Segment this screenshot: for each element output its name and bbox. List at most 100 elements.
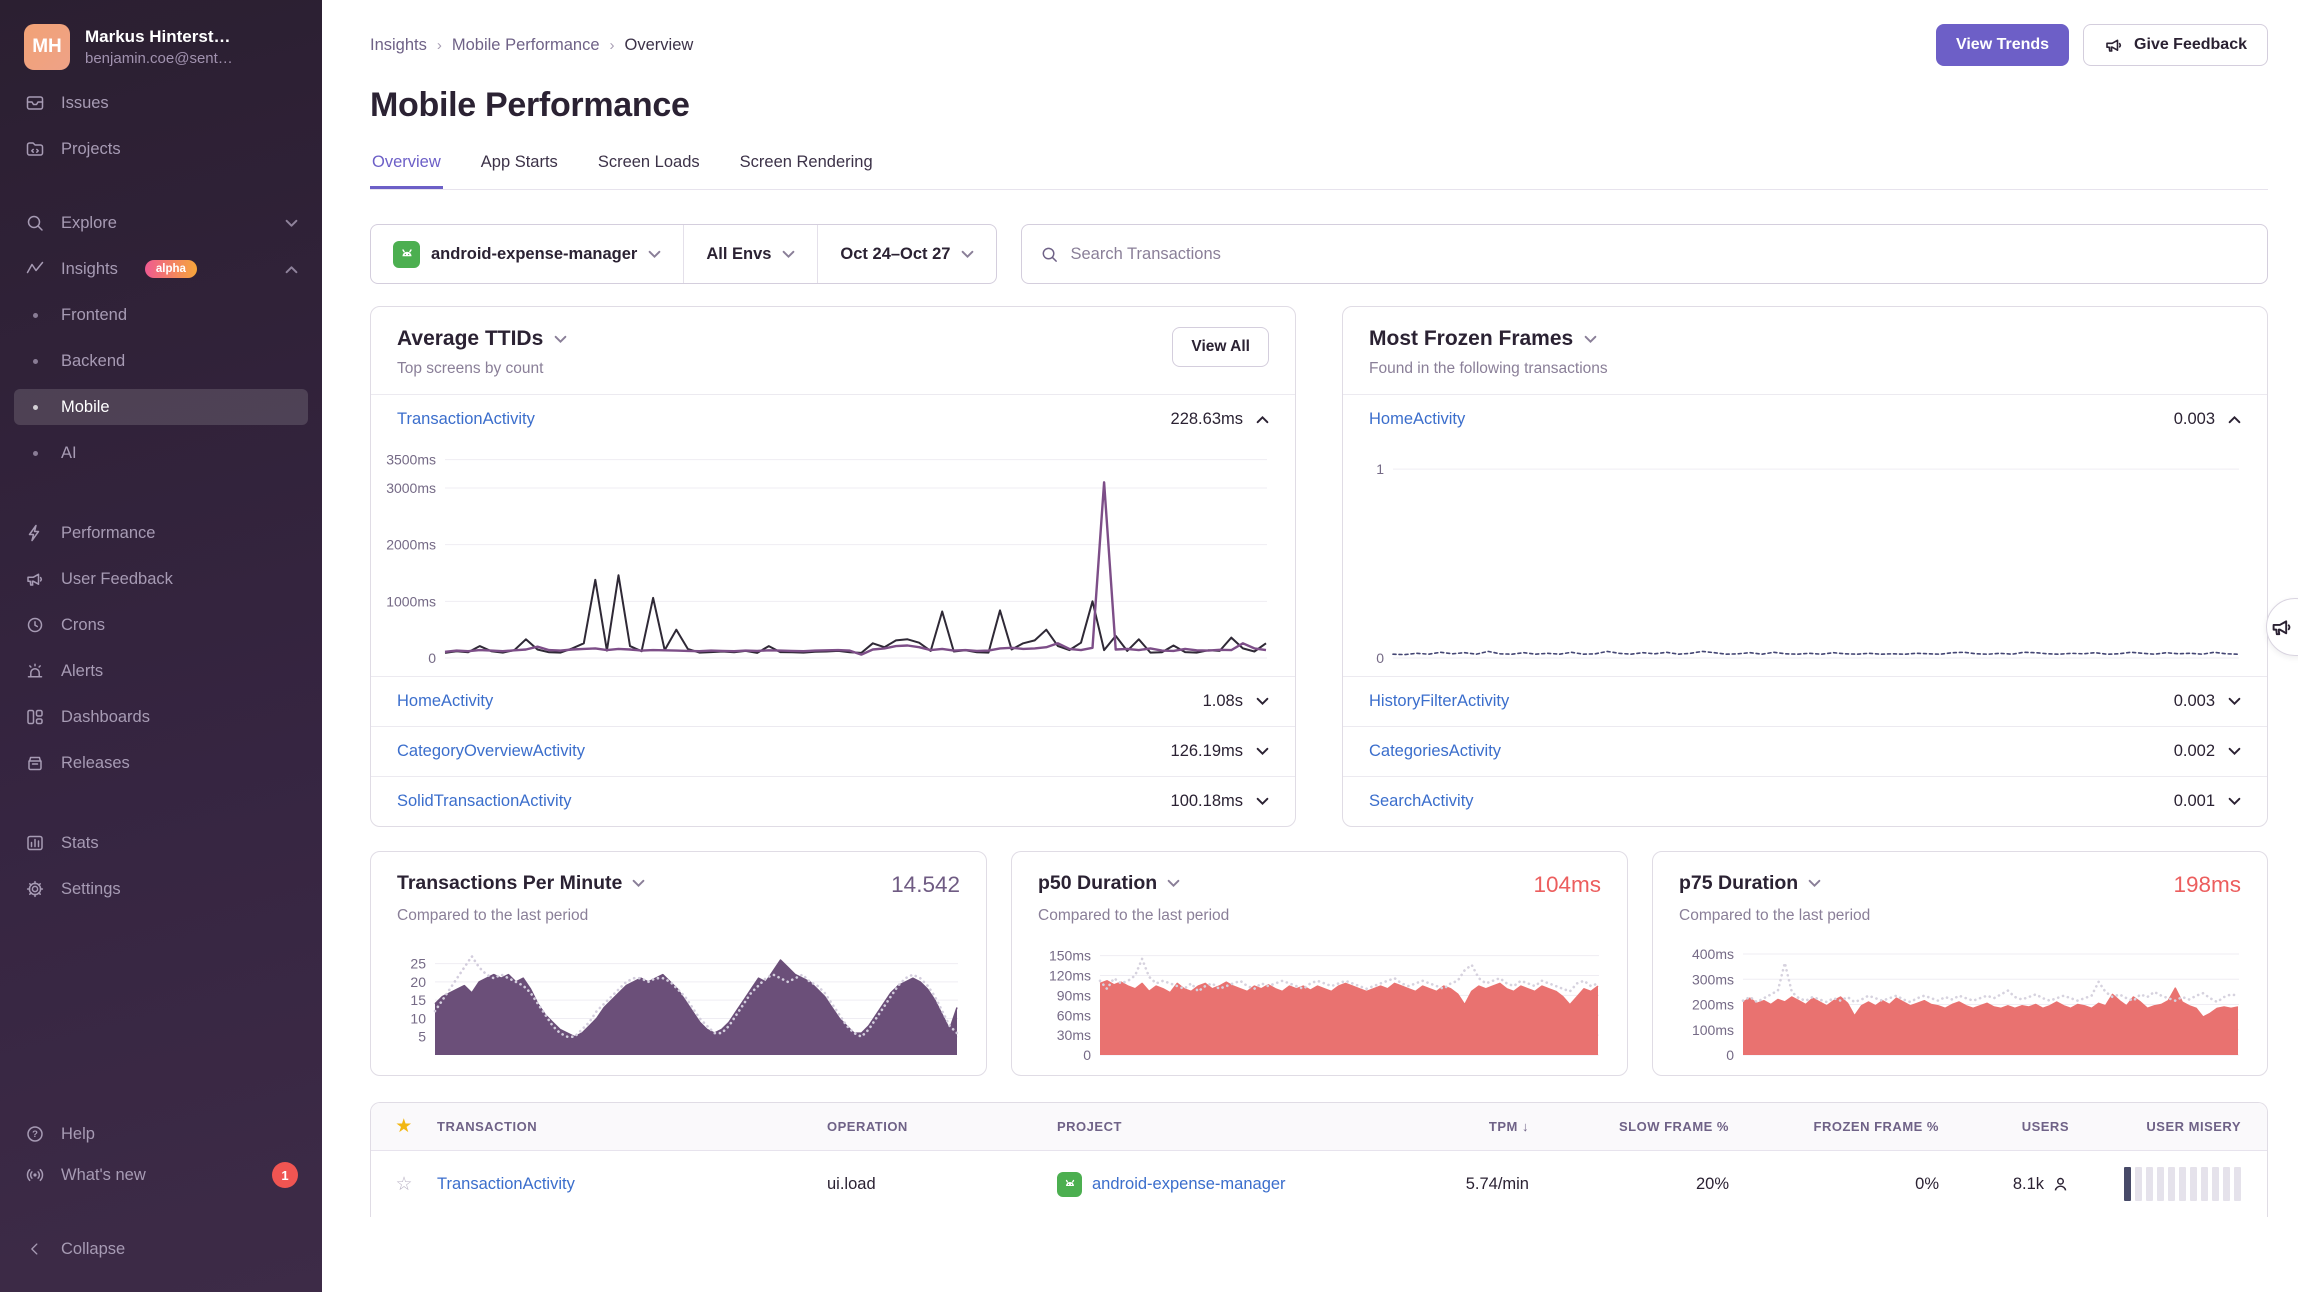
- chevron-up-icon[interactable]: [2228, 415, 2241, 424]
- sidebar-item-user-feedback[interactable]: User Feedback: [14, 561, 308, 597]
- table-row: ☆ TransactionActivity ui.load android-ex…: [371, 1151, 2267, 1217]
- view-all-button[interactable]: View All: [1172, 327, 1269, 367]
- ttid-expanded-row[interactable]: TransactionActivity 228.63ms: [371, 395, 1295, 444]
- transaction-link[interactable]: HistoryFilterActivity: [1369, 692, 1509, 711]
- lightning-icon: [24, 522, 46, 544]
- ttid-row[interactable]: CategoryOverviewActivity 126.19ms: [371, 726, 1295, 776]
- column-tpm[interactable]: TPM ↓: [1387, 1119, 1537, 1134]
- svg-text:0: 0: [1083, 1047, 1091, 1061]
- breadcrumb-insights[interactable]: Insights: [370, 36, 427, 55]
- transaction-link[interactable]: CategoryOverviewActivity: [397, 742, 585, 761]
- frozen-expanded-row[interactable]: HomeActivity 0.003: [1343, 395, 2267, 444]
- sidebar-item-crons[interactable]: Crons: [14, 607, 308, 643]
- column-slow-frame[interactable]: SLOW FRAME %: [1537, 1119, 1737, 1134]
- insights-icon: [24, 258, 46, 280]
- sidebar-item-stats[interactable]: Stats: [14, 825, 308, 861]
- card-subtitle: Compared to the last period: [397, 907, 960, 925]
- chevron-down-icon: [961, 250, 974, 259]
- siren-icon: [24, 660, 46, 682]
- sidebar-item-mobile[interactable]: Mobile: [14, 389, 308, 425]
- svg-text:300ms: 300ms: [1692, 971, 1734, 987]
- card-subtitle: Found in the following transactions: [1369, 360, 1608, 378]
- frozen-row[interactable]: CategoriesActivity 0.002: [1343, 726, 2267, 776]
- breadcrumb-mobile-performance[interactable]: Mobile Performance: [452, 36, 600, 55]
- sidebar-item-alerts[interactable]: Alerts: [14, 653, 308, 689]
- sidebar-item-label: Issues: [61, 94, 109, 113]
- svg-text:?: ?: [32, 1129, 38, 1140]
- environment-selector[interactable]: All Envs: [683, 225, 817, 283]
- user-misery-bar: [2077, 1167, 2267, 1201]
- give-feedback-button[interactable]: Give Feedback: [2083, 24, 2268, 66]
- chevron-down-icon[interactable]: [2228, 797, 2241, 806]
- chevron-down-icon[interactable]: [1256, 697, 1269, 706]
- chevron-down-icon[interactable]: [1256, 747, 1269, 756]
- sidebar-item-issues[interactable]: Issues: [14, 85, 308, 121]
- sidebar-item-label: Performance: [61, 524, 155, 543]
- tab-screen-rendering[interactable]: Screen Rendering: [738, 153, 875, 189]
- search-input[interactable]: [1070, 245, 2249, 264]
- transaction-link[interactable]: HomeActivity: [1369, 410, 1465, 429]
- user-menu[interactable]: MH Markus Hinterst… benjamin.coe@sent…: [24, 24, 298, 70]
- megaphone-icon: [2104, 35, 2124, 55]
- sidebar-item-projects[interactable]: Projects: [14, 131, 308, 167]
- sidebar-item-backend[interactable]: Backend: [14, 343, 308, 379]
- transaction-link[interactable]: TransactionActivity: [397, 410, 535, 429]
- chevron-up-icon[interactable]: [1256, 415, 1269, 424]
- sidebar-item-insights[interactable]: Insights alpha: [14, 251, 308, 287]
- frozen-value: 0.002: [2174, 742, 2215, 761]
- sidebar-item-label: Projects: [61, 140, 121, 159]
- column-project[interactable]: PROJECT: [1057, 1119, 1387, 1134]
- ttid-row[interactable]: SolidTransactionActivity 100.18ms: [371, 776, 1295, 826]
- column-transaction[interactable]: TRANSACTION: [437, 1119, 827, 1134]
- star-column-header[interactable]: ★: [371, 1115, 437, 1138]
- sidebar-item-dashboards[interactable]: Dashboards: [14, 699, 308, 735]
- frozen-value: 0.003: [2174, 410, 2215, 429]
- most-frozen-frames-title[interactable]: Most Frozen Frames: [1369, 327, 1608, 351]
- column-users[interactable]: USERS: [1947, 1119, 2077, 1134]
- issues-icon: [24, 92, 46, 114]
- user-email: benjamin.coe@sent…: [85, 50, 233, 67]
- tab-screen-loads[interactable]: Screen Loads: [596, 153, 702, 189]
- sidebar-item-explore[interactable]: Explore: [14, 205, 308, 241]
- sidebar-item-performance[interactable]: Performance: [14, 515, 308, 551]
- app-root: MH Markus Hinterst… benjamin.coe@sent… I…: [0, 0, 2298, 1292]
- star-toggle[interactable]: ☆: [371, 1173, 437, 1196]
- sidebar-item-frontend[interactable]: Frontend: [14, 297, 308, 333]
- tab-overview[interactable]: Overview: [370, 153, 443, 189]
- slow-frame-cell: 20%: [1537, 1175, 1737, 1194]
- sidebar-item-help[interactable]: ? Help: [14, 1116, 308, 1152]
- sidebar-item-releases[interactable]: Releases: [14, 745, 308, 781]
- frozen-row[interactable]: HistoryFilterActivity 0.003: [1343, 676, 2267, 726]
- column-user-misery[interactable]: USER MISERY: [2077, 1119, 2267, 1134]
- column-operation[interactable]: OPERATION: [827, 1119, 1057, 1134]
- sidebar-collapse-button[interactable]: Collapse: [14, 1231, 308, 1267]
- p75-title[interactable]: p75 Duration: [1679, 872, 1821, 895]
- chevron-down-icon[interactable]: [2228, 747, 2241, 756]
- average-ttids-title[interactable]: Average TTIDs: [397, 327, 567, 351]
- chevron-down-icon[interactable]: [1256, 797, 1269, 806]
- p50-title[interactable]: p50 Duration: [1038, 872, 1180, 895]
- view-trends-button[interactable]: View Trends: [1936, 24, 2069, 66]
- sidebar-item-settings[interactable]: Settings: [14, 871, 308, 907]
- transaction-link[interactable]: TransactionActivity: [437, 1175, 575, 1193]
- bullet-icon: [24, 313, 46, 318]
- breadcrumb: Insights › Mobile Performance › Overview: [370, 36, 693, 55]
- sidebar-item-label: Frontend: [61, 306, 127, 325]
- project-selector[interactable]: android-expense-manager: [371, 225, 683, 283]
- sidebar-item-whats-new[interactable]: What's new 1: [14, 1157, 308, 1193]
- tpm-title[interactable]: Transactions Per Minute: [397, 872, 645, 895]
- column-frozen-frame[interactable]: FROZEN FRAME %: [1737, 1119, 1947, 1134]
- ttid-row[interactable]: HomeActivity 1.08s: [371, 676, 1295, 726]
- sidebar-item-ai[interactable]: AI: [14, 435, 308, 471]
- transaction-link[interactable]: SearchActivity: [1369, 792, 1474, 811]
- transaction-link[interactable]: CategoriesActivity: [1369, 742, 1501, 761]
- chevron-down-icon: [782, 250, 795, 259]
- tab-app-starts[interactable]: App Starts: [479, 153, 560, 189]
- project-link[interactable]: android-expense-manager: [1092, 1175, 1286, 1194]
- transaction-link[interactable]: HomeActivity: [397, 692, 493, 711]
- sidebar-item-label: Crons: [61, 616, 105, 635]
- date-range-selector[interactable]: Oct 24–Oct 27: [817, 225, 996, 283]
- frozen-row[interactable]: SearchActivity 0.001: [1343, 776, 2267, 826]
- transaction-link[interactable]: SolidTransactionActivity: [397, 792, 572, 811]
- chevron-down-icon[interactable]: [2228, 697, 2241, 706]
